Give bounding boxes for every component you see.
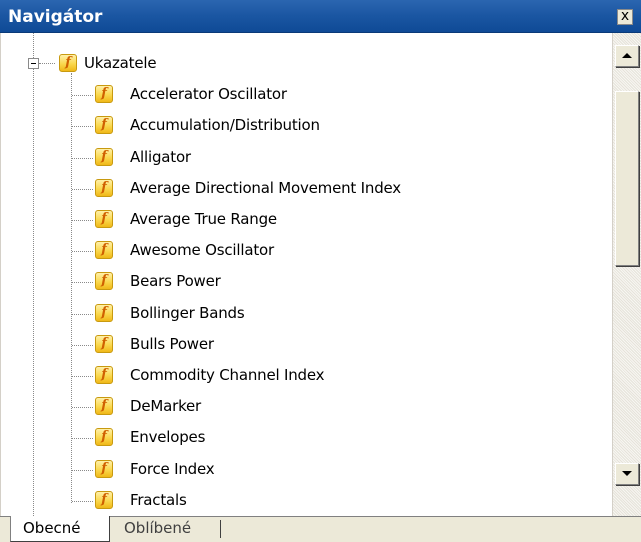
- tree-item-label: Force Index: [130, 459, 215, 478]
- scroll-thumb[interactable]: [615, 91, 639, 266]
- tree-connector-root: [33, 33, 35, 58]
- function-icon: f: [95, 334, 113, 353]
- vertical-scrollbar[interactable]: [612, 33, 641, 516]
- tree-item-label: Fractals: [130, 490, 187, 509]
- tree-connector-item: [72, 438, 93, 440]
- tree-item-label: Awesome Oscillator: [130, 241, 274, 260]
- navigator-tree[interactable]: f Ukazatele f Accelerator Oscillator f Accumu…: [0, 33, 613, 516]
- function-icon: f: [95, 241, 113, 260]
- function-icon: f: [59, 54, 77, 72]
- function-icon: f: [95, 210, 113, 228]
- scroll-down-button[interactable]: [615, 463, 639, 485]
- tree-connector-item: [72, 220, 93, 222]
- tree-connector-root-h: [39, 63, 55, 65]
- tree-connector-item: [72, 500, 93, 503]
- tree-item-label: Bollinger Bands: [130, 303, 245, 322]
- tree-connector-item: [72, 469, 93, 472]
- tree-connector-item: [72, 251, 93, 253]
- scroll-up-button[interactable]: [615, 45, 639, 67]
- function-icon: f: [95, 303, 113, 322]
- tab-obecne[interactable]: Obecné: [10, 516, 110, 542]
- tree-connector-item: [72, 157, 93, 160]
- function-icon: f: [95, 428, 113, 447]
- tree-item-label: Accelerator Oscillator: [130, 85, 287, 104]
- tree-connector-item: [72, 344, 93, 347]
- tree-item-label: Envelopes: [130, 428, 206, 447]
- function-icon: f: [95, 397, 113, 416]
- tree-item-label: Bulls Power: [130, 334, 214, 353]
- tree-item-label: DeMarker: [130, 397, 202, 416]
- function-icon: f: [95, 178, 113, 197]
- tree-item-label: Accumulation/Distribution: [130, 116, 320, 135]
- tree-connector-item: [72, 376, 93, 378]
- close-icon: x: [620, 8, 630, 24]
- tree-item-label: Average True Range: [130, 210, 277, 228]
- tree-connector-item: [72, 313, 93, 316]
- tree-connector-item: [72, 95, 93, 97]
- function-icon: f: [95, 147, 113, 166]
- tree-connector-item: [72, 126, 93, 128]
- close-button[interactable]: x: [617, 9, 633, 25]
- function-icon: f: [95, 272, 113, 291]
- tree-item-label: Commodity Channel Index: [130, 366, 325, 384]
- tree-item-label: Bears Power: [130, 272, 221, 291]
- function-icon: f: [95, 490, 113, 509]
- title-bar: Navigátor x: [0, 0, 641, 33]
- tree-item-label: Average Directional Movement Index: [130, 178, 401, 197]
- tab-oblibene[interactable]: Oblíbené: [112, 516, 220, 542]
- arrow-up-icon: [622, 53, 632, 58]
- tab-bar: Obecné Oblíbené: [0, 516, 641, 542]
- tree-connector-item: [72, 282, 93, 284]
- tree-connector-item: [72, 188, 93, 191]
- arrow-down-icon: [622, 471, 632, 476]
- tree-item-label: Alligator: [130, 147, 191, 166]
- tab-separator: [220, 520, 221, 538]
- tree-root-label: Ukazatele: [84, 54, 157, 72]
- function-icon: f: [95, 116, 113, 135]
- function-icon: f: [95, 366, 113, 384]
- window-title: Navigátor: [8, 7, 103, 27]
- collapse-toggle[interactable]: [28, 58, 39, 69]
- tree-connector-root-below: [33, 69, 35, 516]
- tree-connector-item: [72, 407, 93, 409]
- function-icon: f: [95, 459, 113, 478]
- function-icon: f: [95, 85, 113, 104]
